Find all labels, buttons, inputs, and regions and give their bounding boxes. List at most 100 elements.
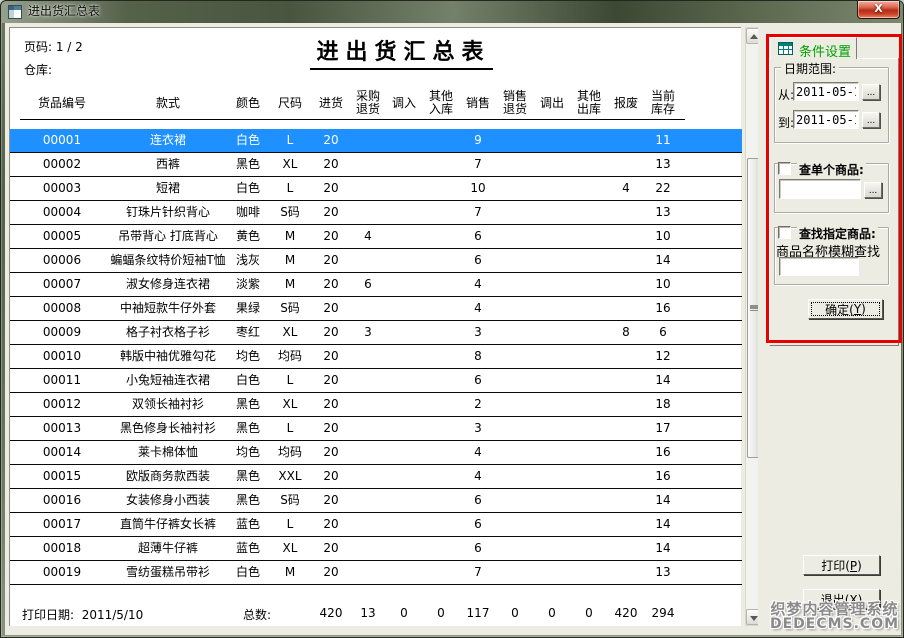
side-panel: 条件设置 日期范围: 从: ... 到: ... 查单个商品: ... 查找指定… xyxy=(758,23,901,635)
window-title: 进出货汇总表 xyxy=(28,1,100,23)
cell: XL xyxy=(270,321,310,344)
cell: M xyxy=(270,249,310,272)
table-row[interactable]: 00013黑色修身长袖衬衫黑色L20317 xyxy=(10,417,742,441)
column-header: 销售 退货 xyxy=(497,86,533,120)
cell xyxy=(350,177,386,200)
title-bar[interactable]: 进出货汇总表 X xyxy=(1,1,904,23)
print-date: 打印日期: 2011/5/10 xyxy=(22,606,143,623)
window-content: 页码: 1 / 2 仓库: 进出货汇总表 货品编号款式颜色尺码进货采购 退货调入… xyxy=(5,23,901,635)
cell xyxy=(423,441,459,464)
report-title-wrap: 进出货汇总表 xyxy=(32,34,764,70)
ok-button[interactable]: 确定(Y) xyxy=(808,299,883,319)
cell: 00002 xyxy=(22,153,102,176)
table-row[interactable]: 00009格子衬衣格子衫枣红XL203386 xyxy=(10,321,742,345)
cell xyxy=(534,489,570,512)
cell: 00014 xyxy=(22,441,102,464)
cell: 00015 xyxy=(22,465,102,488)
cell xyxy=(571,513,607,536)
cell xyxy=(497,441,533,464)
table-row[interactable]: 00014莱卡棉体恤均色均码20416 xyxy=(10,441,742,465)
table-header-row: 货品编号款式颜色尺码进货采购 退货调入其他 入库销售销售 退货调出其他 出库报废… xyxy=(10,86,742,120)
single-item-input[interactable] xyxy=(779,179,861,199)
cell: 7 xyxy=(460,561,496,584)
table-row[interactable]: 00018超薄牛仔裤蓝色XL20614 xyxy=(10,537,742,561)
single-item-checkbox[interactable] xyxy=(778,162,791,175)
cell xyxy=(534,465,570,488)
print-button[interactable]: 打印(P) xyxy=(803,555,880,575)
cell: 20 xyxy=(313,465,349,488)
date-from-browse-button[interactable]: ... xyxy=(862,84,880,100)
table-row[interactable]: 00007淑女修身连衣裙淡紫M206410 xyxy=(10,273,742,297)
cell xyxy=(534,537,570,560)
cell xyxy=(608,561,644,584)
cell xyxy=(423,153,459,176)
table-row[interactable]: 00011小兔短袖连衣裙白色L20614 xyxy=(10,369,742,393)
cell xyxy=(608,537,644,560)
report-title: 进出货汇总表 xyxy=(310,34,492,70)
cell xyxy=(423,537,459,560)
cell xyxy=(386,177,422,200)
cell: S码 xyxy=(270,489,310,512)
cell: 蝙蝠条纹特价短袖T恤 xyxy=(93,249,243,272)
date-from-input[interactable] xyxy=(793,82,859,101)
cell: 淑女修身连衣裙 xyxy=(93,273,243,296)
cell xyxy=(497,561,533,584)
cell: 20 xyxy=(313,513,349,536)
table-row[interactable]: 00010韩版中袖优雅勾花均色均码20812 xyxy=(10,345,742,369)
cell: 20 xyxy=(313,321,349,344)
cell: 莱卡棉体恤 xyxy=(93,441,243,464)
fuzzy-search-input[interactable] xyxy=(779,257,859,276)
table-row[interactable]: 00003短裙白色L2010422 xyxy=(10,177,742,201)
table-row[interactable]: 00002西裤黑色XL20713 xyxy=(10,153,742,177)
cell xyxy=(497,393,533,416)
cell xyxy=(423,129,459,152)
table-row[interactable]: 00001连衣裙白色L20911 xyxy=(10,129,742,153)
cell xyxy=(534,201,570,224)
cell xyxy=(497,465,533,488)
table-row[interactable]: 00019雪纺蛋糕吊带衫白色M20713 xyxy=(10,561,742,585)
cell: 00019 xyxy=(22,561,102,584)
single-item-browse-button[interactable]: ... xyxy=(864,182,882,198)
table-row[interactable]: 00017直筒牛仔裤女长裤蓝色L20614 xyxy=(10,513,742,537)
date-to-browse-button[interactable]: ... xyxy=(862,112,880,128)
table-row[interactable]: 00012双领长袖衬衫黑色XL20218 xyxy=(10,393,742,417)
cell xyxy=(497,537,533,560)
cell xyxy=(497,489,533,512)
totals-label: 总数: xyxy=(232,606,282,623)
cell xyxy=(386,297,422,320)
cell xyxy=(386,489,422,512)
cell: 20 xyxy=(313,417,349,440)
cell xyxy=(534,225,570,248)
cell: 3 xyxy=(350,321,386,344)
cell xyxy=(423,345,459,368)
table-row[interactable]: 00005吊带背心 打底背心黄色M204610 xyxy=(10,225,742,249)
exit-button[interactable]: 退出(X) xyxy=(803,589,880,609)
cell xyxy=(423,489,459,512)
table-row[interactable]: 00004钉珠片针织背心咖啡S码20713 xyxy=(10,201,742,225)
cell xyxy=(497,297,533,320)
table-row[interactable]: 00016女装修身小西装黑色S码20614 xyxy=(10,489,742,513)
tab-condition-settings[interactable]: 条件设置 xyxy=(770,37,857,59)
cell xyxy=(386,417,422,440)
cell: 00005 xyxy=(22,225,102,248)
close-button[interactable]: X xyxy=(857,1,900,19)
table-row[interactable]: 00015欧版商务款西装黑色XXL20416 xyxy=(10,465,742,489)
cell: 6 xyxy=(460,225,496,248)
cell xyxy=(534,153,570,176)
cell: 14 xyxy=(643,489,683,512)
cell: 17 xyxy=(643,417,683,440)
cell: S码 xyxy=(270,297,310,320)
fuzzy-search-checkbox[interactable] xyxy=(778,226,791,239)
column-header: 款式 xyxy=(93,86,243,120)
cell: 黑色 xyxy=(226,393,270,416)
ok-button-focus: 确定(Y) xyxy=(811,302,880,316)
cell xyxy=(350,369,386,392)
table-row[interactable]: 00008中袖短款牛仔外套果绿S码20416 xyxy=(10,297,742,321)
cell: 00016 xyxy=(22,489,102,512)
cell: 超薄牛仔裤 xyxy=(93,537,243,560)
date-to-input[interactable] xyxy=(793,110,859,129)
cell: 蓝色 xyxy=(226,513,270,536)
cell: 13 xyxy=(643,201,683,224)
cell xyxy=(608,417,644,440)
table-row[interactable]: 00006蝙蝠条纹特价短袖T恤浅灰M20614 xyxy=(10,249,742,273)
